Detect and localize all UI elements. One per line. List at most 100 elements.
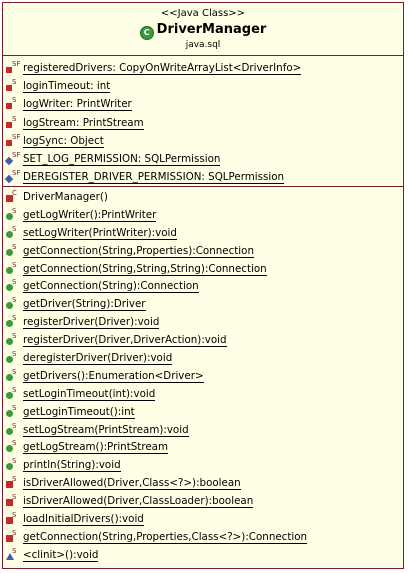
modifier-marker: S: [12, 528, 17, 537]
modifier-marker: C: [12, 189, 17, 197]
field-row[interactable]: SlogStream: PrintStream: [3, 114, 403, 134]
method-signature: setLogWriter(PrintWriter):void: [23, 226, 177, 240]
field-signature: logWriter: PrintWriter: [23, 98, 132, 112]
modifier-marker: S: [12, 350, 17, 359]
private-field-icon: SF: [6, 60, 23, 75]
modifier-marker: SF: [12, 169, 21, 178]
method-signature: <clinit>():void: [23, 548, 99, 562]
method-row[interactable]: SderegisterDriver(Driver):void: [3, 350, 403, 369]
modifier-marker: S: [12, 78, 17, 87]
modifier-marker: S: [12, 206, 17, 215]
method-row[interactable]: SgetConnection(String,Properties):Connec…: [3, 242, 403, 262]
private-method-icon: S: [6, 493, 23, 508]
private-field-icon: S: [6, 96, 23, 111]
stereotype-label: <<Java Class>>: [160, 8, 246, 19]
field-row[interactable]: SF SET_LOG_PERMISSION: SQLPermission: [3, 150, 403, 170]
modifier-marker: S: [12, 493, 17, 502]
public-method-icon: S: [6, 457, 23, 472]
method-signature: getConnection(String):Connection: [23, 280, 199, 294]
field-signature: logStream: PrintStream: [23, 116, 144, 130]
field-signature: loginTimeout: int: [23, 80, 111, 94]
method-row[interactable]: SisDriverAllowed(Driver,Class<?>):boolea…: [3, 475, 403, 494]
field-signature: registeredDrivers: CopyOnWriteArrayList<…: [23, 62, 302, 75]
public-method-icon: S: [6, 314, 23, 329]
public-method-icon: S: [6, 278, 23, 293]
modifier-marker: S: [12, 439, 17, 448]
method-row[interactable]: Sprintln(String):void: [3, 457, 403, 476]
method-signature: deregisterDriver(Driver):void: [23, 352, 173, 366]
method-row[interactable]: SregisterDriver(Driver):void: [3, 314, 403, 333]
modifier-marker: S: [12, 421, 17, 430]
method-signature: getDriver(String):Driver: [23, 298, 146, 312]
public-method-icon: S: [6, 350, 23, 365]
class-header: <<Java Class>> C DriverManager java.sql: [3, 3, 403, 56]
method-signature: getConnection(String,Properties,Class<?>…: [23, 530, 308, 544]
package-method-icon: S: [6, 546, 23, 562]
method-signature: getConnection(String,Properties):Connect…: [23, 244, 254, 258]
method-row[interactable]: SsetLoginTimeout(int):void: [3, 385, 403, 405]
method-row[interactable]: SgetConnection(String,Properties,Class<?…: [3, 528, 403, 548]
field-row[interactable]: SF logSync: Object: [3, 133, 403, 152]
method-row[interactable]: SsetLogWriter(PrintWriter):void: [3, 224, 403, 244]
field-row[interactable]: SlogWriter: PrintWriter: [3, 96, 403, 115]
private-field-icon: S: [6, 78, 23, 93]
method-row[interactable]: SregisterDriver(Driver,DriverAction):voi…: [3, 332, 403, 351]
method-signature: registerDriver(Driver):void: [23, 316, 160, 330]
modifier-marker: S: [12, 457, 17, 466]
modifier-marker: S: [12, 296, 17, 305]
private-method-icon: S: [6, 511, 23, 526]
modifier-marker: S: [12, 332, 17, 341]
public-method-icon: S: [6, 385, 23, 401]
method-row[interactable]: SgetDrivers():Enumeration<Driver>: [3, 367, 403, 387]
package-field-icon: SF: [4, 150, 23, 166]
field-row[interactable]: SloginTimeout: int: [3, 78, 403, 97]
modifier-marker: S: [12, 224, 17, 233]
private-field-icon: SF: [6, 133, 23, 148]
method-row[interactable]: SsetLogStream(PrintStream):void: [3, 421, 403, 441]
method-row[interactable]: SloadInitialDrivers():void: [3, 511, 403, 530]
method-signature: registerDriver(Driver,DriverAction):void: [23, 334, 227, 348]
modifier-marker: S: [12, 385, 17, 394]
method-row[interactable]: SisDriverAllowed(Driver,ClassLoader):boo…: [3, 493, 403, 512]
class-name: DriverManager: [156, 22, 267, 37]
method-row[interactable]: C DriverManager(): [3, 189, 403, 208]
method-row[interactable]: S <clinit>():void: [3, 546, 403, 566]
modifier-marker: S: [12, 314, 17, 323]
method-row[interactable]: SgetLoginTimeout():int: [3, 403, 403, 423]
class-icon: C: [139, 26, 154, 40]
method-row[interactable]: SgetLogWriter():PrintWriter: [3, 206, 403, 226]
modifier-marker: S: [12, 242, 17, 251]
method-signature: loadInitialDrivers():void: [23, 513, 144, 527]
modifier-marker: S: [12, 546, 17, 555]
method-signature: DriverManager(): [23, 191, 108, 203]
method-signature: setLogStream(PrintStream):void: [23, 423, 189, 437]
method-signature: isDriverAllowed(Driver,Class<?>):boolean: [23, 477, 241, 491]
method-signature: isDriverAllowed(Driver,ClassLoader):bool…: [23, 495, 254, 509]
method-row[interactable]: SgetConnection(String):Connection: [3, 278, 403, 297]
private-method-icon: S: [6, 528, 23, 544]
field-row[interactable]: SF registeredDrivers: CopyOnWriteArrayLis…: [3, 60, 403, 79]
modifier-marker: S: [12, 403, 17, 412]
public-method-icon: S: [6, 367, 23, 383]
uml-class-box[interactable]: <<Java Class>> C DriverManager java.sql S…: [2, 2, 404, 569]
method-signature: setLoginTimeout(int):void: [23, 387, 156, 401]
method-signature: getConnection(String,String,String):Conn…: [23, 262, 267, 276]
method-row[interactable]: SgetConnection(String,String,String):Con…: [3, 261, 403, 280]
public-method-icon: S: [6, 296, 23, 311]
method-row[interactable]: SgetDriver(String):Driver: [3, 296, 403, 315]
private-method-icon: C: [6, 189, 23, 204]
modifier-marker: S: [12, 367, 17, 376]
public-method-icon: S: [6, 439, 23, 454]
class-title: C DriverManager: [3, 22, 403, 40]
modifier-marker: SF: [12, 150, 21, 159]
field-row[interactable]: SF DEREGISTER_DRIVER_PERMISSION: SQLPermi…: [3, 169, 403, 188]
method-row[interactable]: SgetLogStream():PrintStream: [3, 439, 403, 458]
field-signature: logSync: Object: [23, 134, 104, 148]
public-method-icon: S: [6, 403, 23, 419]
package-field-icon: SF: [4, 169, 23, 184]
private-field-icon: S: [6, 114, 23, 130]
modifier-marker: S: [12, 511, 17, 520]
public-method-icon: S: [6, 206, 23, 222]
modifier-marker: S: [12, 114, 17, 123]
method-signature: getDrivers():Enumeration<Driver>: [23, 369, 204, 383]
